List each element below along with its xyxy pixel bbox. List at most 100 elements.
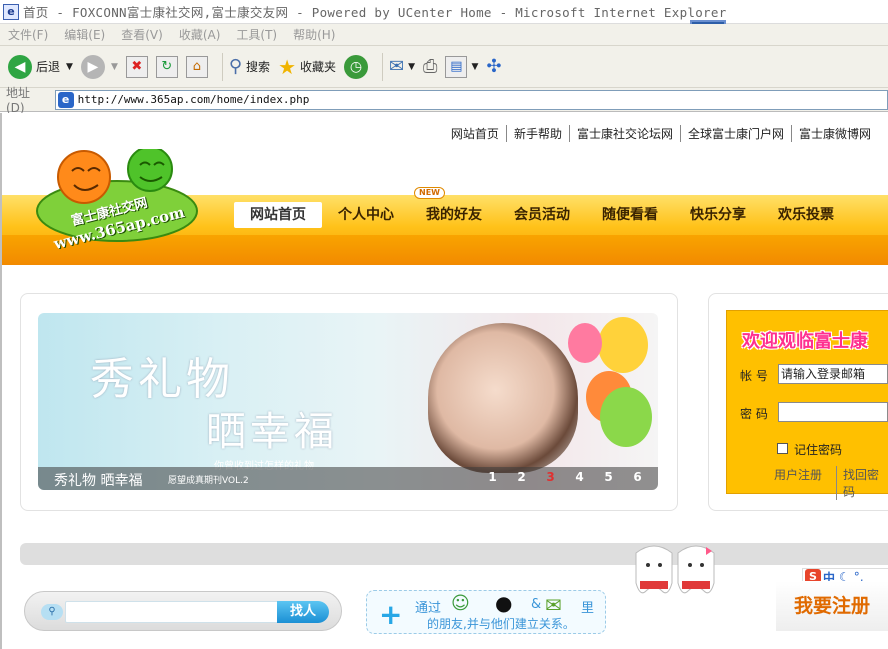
messenger-button[interactable]: ✣	[486, 56, 501, 77]
main-nav: 网站首页 个人中心 我的好友 会员活动 随便看看 快乐分享 欢乐投票	[234, 202, 850, 228]
star-icon: ★	[278, 54, 296, 79]
invite-friends-banner[interactable]: + 通过 ☺ ● & ✉ 里 的朋友,并与他们建立关系。	[366, 590, 606, 634]
stop-button[interactable]: ✖	[125, 55, 148, 78]
messenger-icon: ✣	[486, 56, 502, 77]
banner-caption-sub: 愿望成真期刊VOL.2	[168, 476, 249, 486]
toolbar-separator	[382, 52, 384, 81]
web-page: 网站首页 新手帮助 富士康社交论坛网 全球富士康门户网 富士康微博网 富士康社交…	[0, 113, 888, 649]
favorites-button[interactable]: ★ 收藏夹	[278, 55, 336, 79]
forgot-password-link[interactable]: 找回密码	[836, 466, 888, 500]
top-links: 网站首页 新手帮助 富士康社交论坛网 全球富士康门户网 富士康微博网	[444, 125, 878, 142]
pager-item[interactable]: 5	[594, 470, 623, 484]
nav-votes[interactable]: 欢乐投票	[762, 202, 850, 228]
toplink-help[interactable]: 新手帮助	[505, 125, 569, 142]
menu-tools[interactable]: 工具(T)	[236, 26, 277, 43]
email-icon: ✉	[545, 593, 562, 617]
section-divider-band	[20, 543, 888, 565]
pager-item[interactable]: 6	[623, 470, 652, 484]
forward-arrow-icon: ▶	[80, 54, 105, 79]
menu-file[interactable]: 文件(F)	[8, 26, 48, 43]
print-button[interactable]: ⎙	[423, 56, 437, 77]
site-logo[interactable]: 富士康社交网 www.365ap.com	[32, 146, 202, 253]
chevron-down-icon[interactable]: ▼	[408, 62, 415, 72]
friend-search-input[interactable]	[65, 601, 297, 623]
banner-caption: 秀礼物 晒幸福	[54, 473, 143, 489]
toolbar-separator	[221, 52, 223, 81]
msn-icon: ☺	[451, 593, 470, 614]
address-bar: 地址(D) e http://www.365ap.com/home/index.…	[0, 86, 888, 115]
balloon-graphic	[598, 317, 648, 373]
banner-caption-bar: 秀礼物 晒幸福 愿望成真期刊VOL.2 1 2 3 4 5 6	[38, 467, 658, 490]
banner-slide[interactable]: 秀礼物 晒幸福 你曾收到过怎样的礼物	[38, 313, 658, 490]
nav-personal-center[interactable]: 个人中心	[322, 202, 410, 228]
edit-button[interactable]: ▤ ▼	[445, 55, 478, 78]
ie-page-icon: e	[57, 91, 74, 108]
remember-label: 记住密码	[794, 443, 843, 457]
refresh-button[interactable]: ↻	[155, 55, 178, 78]
banner-model-photo	[428, 323, 578, 473]
invite-text-1: 通过	[415, 601, 442, 616]
password-input[interactable]	[778, 402, 888, 422]
printer-icon: ⎙	[423, 56, 438, 77]
menu-favorites[interactable]: 收藏(A)	[179, 26, 221, 43]
toplink-weibo[interactable]: 富士康微博网	[790, 125, 878, 142]
history-button[interactable]: ◷	[344, 54, 369, 79]
balloon-graphic	[600, 387, 652, 447]
refresh-icon: ↻	[155, 55, 178, 78]
search-button[interactable]: ⚲ 搜索	[229, 56, 270, 77]
balloon-graphic	[568, 323, 602, 363]
search-icon: ⚲	[41, 604, 63, 620]
toplink-forum[interactable]: 富士康社交论坛网	[568, 125, 680, 142]
new-badge: NEW	[414, 187, 445, 199]
back-button[interactable]: ◀ 后退 ▼	[8, 54, 73, 79]
mail-button[interactable]: ✉ ▼	[389, 56, 415, 77]
nav-home[interactable]: 网站首页	[234, 202, 322, 228]
password-label: 密 码	[740, 407, 768, 421]
toplink-home[interactable]: 网站首页	[444, 125, 506, 142]
forward-button[interactable]: ▶ ▼	[80, 54, 118, 79]
nav-browse[interactable]: 随便看看	[586, 202, 674, 228]
back-arrow-icon: ◀	[8, 54, 32, 79]
favorites-label: 收藏夹	[300, 60, 337, 74]
nav-my-friends[interactable]: 我的好友	[410, 202, 498, 228]
mascot-teeth-graphic	[630, 543, 722, 607]
banner-headline-1: 秀礼物	[90, 354, 234, 405]
banner-pager: 1 2 3 4 5 6	[478, 470, 652, 484]
pager-item[interactable]: 2	[507, 470, 536, 484]
register-link[interactable]: 用户注册	[774, 466, 822, 483]
stop-icon: ✖	[125, 55, 148, 78]
banner-headline-2: 晒幸福	[206, 409, 338, 455]
toplink-portal[interactable]: 全球富士康门户网	[679, 125, 791, 142]
window-titlebar: e 首页 - FOXCONN富士康社交网,富士康交友网 - Powered by…	[0, 0, 888, 24]
invite-amp: &	[531, 597, 542, 612]
nav-member-events[interactable]: 会员活动	[498, 202, 586, 228]
account-label: 帐 号	[740, 369, 768, 383]
remember-checkbox[interactable]	[777, 443, 788, 454]
address-label: 地址(D)	[6, 86, 31, 115]
search-label: 搜索	[246, 60, 271, 74]
chevron-down-icon[interactable]: ▼	[66, 62, 73, 72]
menu-view[interactable]: 查看(V)	[121, 26, 163, 43]
ie-page-icon: e	[3, 3, 19, 20]
find-people-button[interactable]: 找人	[277, 601, 329, 623]
register-banner[interactable]: 我要注册	[776, 581, 888, 631]
menu-edit[interactable]: 编辑(E)	[64, 26, 105, 43]
pager-item[interactable]: 4	[565, 470, 594, 484]
account-input[interactable]: 请输入登录邮箱	[778, 364, 888, 384]
menu-help[interactable]: 帮助(H)	[293, 26, 335, 43]
search-icon: ⚲	[228, 56, 243, 77]
mail-icon: ✉	[389, 56, 405, 77]
back-label: 后退	[36, 60, 61, 74]
login-welcome: 欢迎观临富士康	[742, 331, 868, 352]
chevron-down-icon[interactable]: ▼	[471, 62, 478, 72]
home-icon: ⌂	[185, 55, 208, 78]
address-input[interactable]: e http://www.365ap.com/home/index.php	[54, 89, 888, 110]
register-label: 我要注册	[794, 595, 871, 617]
nav-happy-share[interactable]: 快乐分享	[674, 202, 762, 228]
menubar: 文件(F) 编辑(E) 查看(V) 收藏(A) 工具(T) 帮助(H)	[0, 24, 888, 46]
home-button[interactable]: ⌂	[185, 55, 208, 78]
pager-item-active[interactable]: 3	[536, 470, 565, 484]
address-url: http://www.365ap.com/home/index.php	[77, 93, 310, 106]
chevron-down-icon[interactable]: ▼	[111, 62, 118, 72]
pager-item[interactable]: 1	[478, 470, 507, 484]
